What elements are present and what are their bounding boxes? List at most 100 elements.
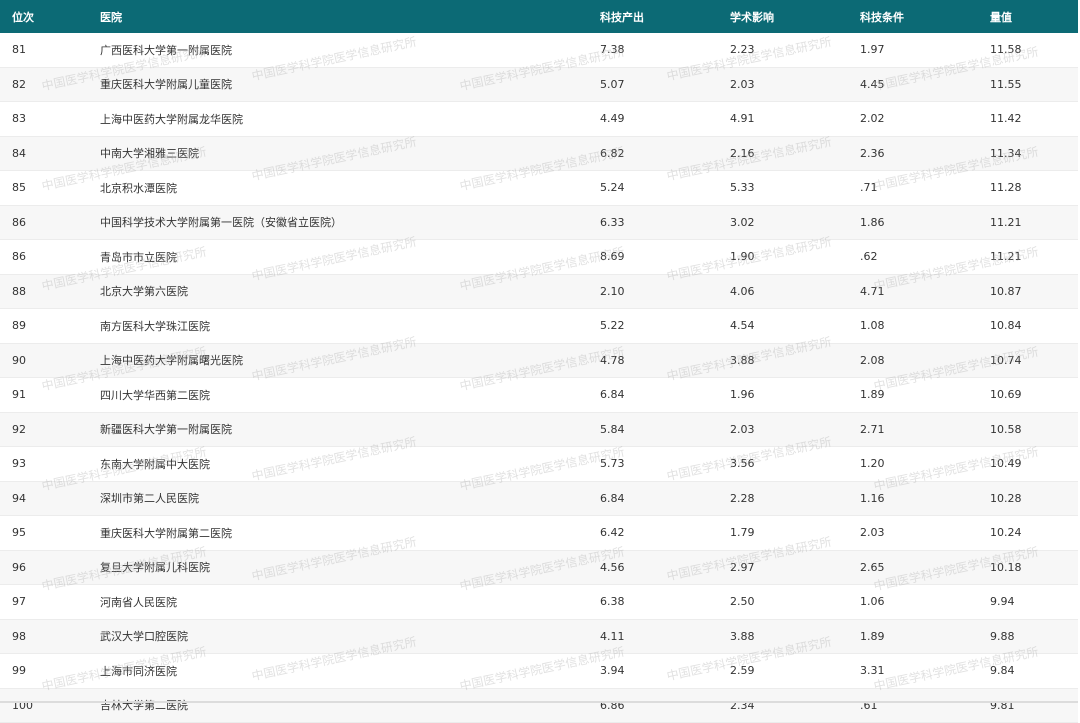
column-header-rank[interactable]: 位次: [0, 0, 100, 33]
table-row[interactable]: 94 深圳市第二人民医院 6.84 2.28 1.16 10.28: [0, 481, 1078, 516]
cell-score: 11.58: [990, 33, 1078, 68]
cell-rank: 97: [0, 584, 100, 620]
cell-output: 4.49: [600, 101, 730, 137]
table-row[interactable]: 83 上海中医药大学附属龙华医院 4.49 4.91 2.02 11.42: [0, 101, 1078, 137]
cell-conditions: 4.71: [860, 274, 990, 309]
cell-conditions: 1.06: [860, 584, 990, 620]
cell-influence: 2.59: [730, 653, 860, 689]
cell-output: 5.22: [600, 308, 730, 344]
cell-conditions: 2.65: [860, 550, 990, 585]
cell-hospital: 深圳市第二人民医院: [100, 481, 600, 516]
cell-score: 10.58: [990, 412, 1078, 447]
table-header: 位次 医院 科技产出 学术影响 科技条件 量值: [0, 0, 1078, 33]
cell-score: 10.28: [990, 481, 1078, 516]
cell-influence: 1.96: [730, 377, 860, 413]
table-row[interactable]: 96 复旦大学附属儿科医院 4.56 2.97 2.65 10.18: [0, 550, 1078, 585]
table-row[interactable]: 86 中国科学技术大学附属第一医院（安徽省立医院） 6.33 3.02 1.86 11.2…: [0, 205, 1078, 240]
table-row[interactable]: 90 上海中医药大学附属曙光医院 4.78 3.88 2.08 10.74: [0, 343, 1078, 378]
column-header-conditions[interactable]: 科技条件: [860, 0, 990, 33]
cell-rank: 84: [0, 136, 100, 171]
cell-rank: 96: [0, 550, 100, 585]
cell-score: 10.87: [990, 274, 1078, 309]
cell-influence: 4.06: [730, 274, 860, 309]
cell-rank: 93: [0, 446, 100, 482]
cell-hospital: 新疆医科大学第一附属医院: [100, 412, 600, 447]
cell-hospital: 吉林大学第二医院: [100, 688, 600, 723]
table-row[interactable]: 84 中南大学湘雅三医院 6.82 2.16 2.36 11.34: [0, 136, 1078, 171]
cell-score: 11.21: [990, 239, 1078, 275]
table-row[interactable]: 100 吉林大学第二医院 6.86 2.34.61 9.81: [0, 688, 1078, 723]
table-body: 81 广西医科大学第一附属医院 7.38 2.23 1.97 11.58 82 重庆医科大学附…: [0, 33, 1078, 723]
cell-rank: 89: [0, 308, 100, 344]
cell-influence: 3.88: [730, 619, 860, 654]
table-row[interactable]: 89 南方医科大学珠江医院 5.22 4.54 1.08 10.84: [0, 308, 1078, 344]
cell-hospital: 东南大学附属中大医院: [100, 446, 600, 482]
cell-hospital: 重庆医科大学附属儿童医院: [100, 67, 600, 102]
cell-score: 10.49: [990, 446, 1078, 482]
cell-hospital: 四川大学华西第二医院: [100, 377, 600, 413]
cell-output: 6.38: [600, 584, 730, 620]
ranking-table: 位次 医院 科技产出 学术影响 科技条件 量值 81 广西医科大学第一附属医院 7.…: [0, 0, 1078, 723]
cell-hospital: 广西医科大学第一附属医院: [100, 33, 600, 68]
table-row[interactable]: 91 四川大学华西第二医院 6.84 1.96 1.89 10.69: [0, 377, 1078, 413]
table-row[interactable]: 82 重庆医科大学附属儿童医院 5.07 2.03 4.45 11.55: [0, 67, 1078, 102]
cell-output: 4.11: [600, 619, 730, 654]
cell-hospital: 河南省人民医院: [100, 584, 600, 620]
cell-output: 5.73: [600, 446, 730, 482]
column-header-output[interactable]: 科技产出: [600, 0, 730, 33]
cell-rank: 88: [0, 274, 100, 309]
cell-output: 5.84: [600, 412, 730, 447]
cell-rank: 81: [0, 33, 100, 68]
cell-score: 11.42: [990, 101, 1078, 137]
cell-rank: 92: [0, 412, 100, 447]
cell-output: 6.84: [600, 481, 730, 516]
table-row[interactable]: 98 武汉大学口腔医院 4.11 3.88 1.89 9.88: [0, 619, 1078, 654]
cell-hospital: 北京积水潭医院: [100, 170, 600, 206]
table-row[interactable]: 99 上海市同济医院 3.94 2.59 3.31 9.84: [0, 653, 1078, 689]
cell-conditions: 3.31: [860, 653, 990, 689]
cell-output: 8.69: [600, 239, 730, 275]
cell-output: 2.10: [600, 274, 730, 309]
table-row[interactable]: 95 重庆医科大学附属第二医院 6.42 1.79 2.03 10.24: [0, 515, 1078, 551]
table-row[interactable]: 97 河南省人民医院 6.38 2.50 1.06 9.94: [0, 584, 1078, 620]
cell-score: 9.84: [990, 653, 1078, 689]
cell-influence: 2.03: [730, 67, 860, 102]
table-row[interactable]: 92 新疆医科大学第一附属医院 5.84 2.03 2.71 10.58: [0, 412, 1078, 447]
column-header-hospital[interactable]: 医院: [100, 0, 600, 33]
table-row[interactable]: 86 青岛市市立医院 8.69 1.90.62 11.21: [0, 239, 1078, 275]
ranking-table-container: 位次 医院 科技产出 学术影响 科技条件 量值 81 广西医科大学第一附属医院 7.…: [0, 0, 1078, 723]
cell-hospital: 上海中医药大学附属曙光医院: [100, 343, 600, 378]
table-row[interactable]: 93 东南大学附属中大医院 5.73 3.56 1.20 10.49: [0, 446, 1078, 482]
cell-hospital: 上海市同济医院: [100, 653, 600, 689]
cell-conditions: 1.89: [860, 377, 990, 413]
table-bottom-border: [0, 701, 1078, 703]
cell-conditions: 1.16: [860, 481, 990, 516]
cell-hospital: 中国科学技术大学附属第一医院（安徽省立医院）: [100, 205, 600, 240]
cell-conditions: .61: [860, 688, 990, 723]
cell-score: 9.94: [990, 584, 1078, 620]
cell-influence: 5.33: [730, 170, 860, 206]
cell-score: 9.81: [990, 688, 1078, 723]
cell-influence: 2.97: [730, 550, 860, 585]
cell-score: 11.34: [990, 136, 1078, 171]
column-header-score[interactable]: 量值: [990, 0, 1078, 33]
table-row[interactable]: 81 广西医科大学第一附属医院 7.38 2.23 1.97 11.58: [0, 33, 1078, 68]
cell-rank: 82: [0, 67, 100, 102]
table-row[interactable]: 85 北京积水潭医院 5.24 5.33.71 11.28: [0, 170, 1078, 206]
cell-conditions: 2.02: [860, 101, 990, 137]
cell-score: 11.55: [990, 67, 1078, 102]
cell-hospital: 北京大学第六医院: [100, 274, 600, 309]
cell-conditions: 2.71: [860, 412, 990, 447]
cell-rank: 90: [0, 343, 100, 378]
cell-influence: 1.90: [730, 239, 860, 275]
cell-score: 10.74: [990, 343, 1078, 378]
column-header-influence[interactable]: 学术影响: [730, 0, 860, 33]
cell-conditions: 2.08: [860, 343, 990, 378]
table-row[interactable]: 88 北京大学第六医院 2.10 4.06 4.71 10.87: [0, 274, 1078, 309]
cell-hospital: 重庆医科大学附属第二医院: [100, 515, 600, 551]
cell-output: 3.94: [600, 653, 730, 689]
cell-output: 7.38: [600, 33, 730, 68]
cell-rank: 86: [0, 205, 100, 240]
cell-score: 11.28: [990, 170, 1078, 206]
cell-output: 6.84: [600, 377, 730, 413]
